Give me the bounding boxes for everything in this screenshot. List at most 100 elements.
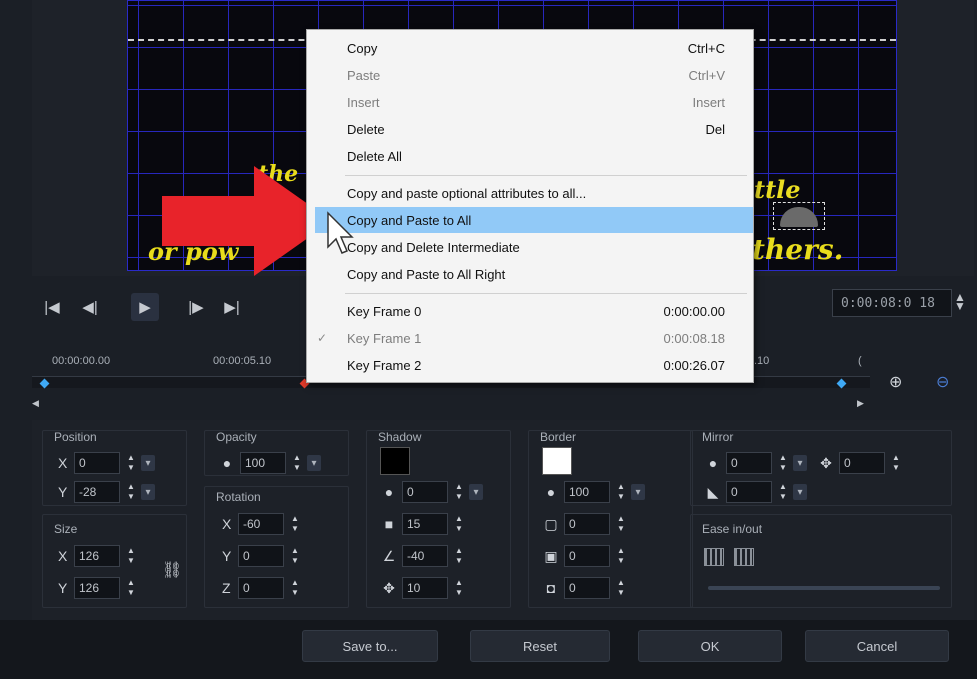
border-width-spinner[interactable]: ▲ ▼ (614, 513, 628, 535)
rotation-y-input[interactable]: 0 (238, 545, 284, 567)
border-blur-row: ▣ 0 ▲ ▼ (542, 544, 628, 568)
menu-item-insert[interactable]: Insert Insert (307, 89, 753, 115)
dialog-footer: Save to... Reset OK Cancel (0, 620, 977, 679)
mirror-title: Mirror (702, 430, 734, 444)
video-caption: thers. (752, 233, 844, 266)
mirror-offset-input[interactable]: 0 (839, 452, 885, 474)
menu-item-label: Key Frame 1 (347, 330, 422, 346)
border-corner-spinner[interactable]: ▲ ▼ (614, 577, 628, 599)
rotation-z-row: Z 0 ▲ ▼ (222, 576, 302, 600)
zoom-out-icon[interactable]: ⊖ (936, 372, 949, 392)
rotation-y-spinner[interactable]: ▲ ▼ (288, 545, 302, 567)
ok-button[interactable]: OK (638, 630, 782, 662)
mirror-top-input[interactable]: 0 (726, 452, 772, 474)
mirror-top-spinner[interactable]: ▲ ▼ (776, 452, 790, 474)
zoom-in-icon[interactable]: ⊕ (889, 372, 902, 392)
border-blur-input[interactable]: 0 (564, 545, 610, 567)
ease-out-icon[interactable] (734, 548, 754, 566)
border-opacity-input[interactable]: 100 (564, 481, 610, 503)
menu-item-keyframe-0[interactable]: Key Frame 0 0:00:00.00 (307, 298, 753, 324)
menu-item-copy-delete-intermediate[interactable]: Copy and Delete Intermediate (307, 234, 753, 260)
cancel-button[interactable]: Cancel (805, 630, 949, 662)
mirror-offset-spinner[interactable]: ▲ ▼ (889, 452, 903, 474)
size-y-input[interactable]: 126 (74, 577, 120, 599)
menu-item-copy-paste-all[interactable]: Copy and Paste to All (315, 207, 753, 233)
reset-button[interactable]: Reset (470, 630, 610, 662)
menu-item-delete[interactable]: Delete Del (307, 116, 753, 142)
border-opacity-spinner[interactable]: ▲ ▼ (614, 481, 628, 503)
position-x-spinner[interactable]: ▲ ▼ (124, 452, 138, 474)
play-icon[interactable]: ▶ (131, 293, 159, 321)
menu-item-copy-paste-optional[interactable]: Copy and paste optional attributes to al… (307, 180, 753, 206)
position-x-keyframe-button[interactable]: ▾ (141, 455, 155, 471)
rotation-x-input[interactable]: -60 (238, 513, 284, 535)
go-to-end-icon[interactable]: ▶| (218, 293, 246, 321)
rotation-x-spinner[interactable]: ▲ ▼ (288, 513, 302, 535)
position-y-keyframe-button[interactable]: ▾ (141, 484, 155, 500)
border-keyframe-button[interactable]: ▾ (631, 484, 645, 500)
next-frame-icon[interactable]: |▶ (182, 293, 210, 321)
shadow-blur-spinner[interactable]: ▲ ▼ (452, 513, 466, 535)
timeline-label: 00:00:05.10 (213, 355, 272, 367)
mirror-bottom-keyframe-button[interactable]: ▾ (793, 484, 807, 500)
opacity-spinner[interactable]: ▲ ▼ (290, 452, 304, 474)
border-blur-spinner[interactable]: ▲ ▼ (614, 545, 628, 567)
shadow-blur-input[interactable]: 15 (402, 513, 448, 535)
menu-separator (345, 293, 747, 294)
menu-item-keyframe-2[interactable]: Key Frame 2 0:00:26.07 (307, 352, 753, 378)
timeline-label: 00:00:00.00 (52, 355, 111, 367)
scroll-left-icon[interactable]: ◀ (32, 398, 39, 409)
menu-item-shortcut: Insert (692, 94, 725, 110)
opacity-keyframe-button[interactable]: ▾ (307, 455, 321, 471)
shadow-keyframe-button[interactable]: ▾ (469, 484, 483, 500)
context-menu: Copy Ctrl+C Paste Ctrl+V Insert Insert D… (306, 29, 754, 383)
mirror-keyframe-button[interactable]: ▾ (793, 455, 807, 471)
position-y-spinner[interactable]: ▲ ▼ (124, 481, 138, 503)
scroll-right-icon[interactable]: ▶ (857, 398, 864, 409)
go-to-start-icon[interactable]: |◀ (38, 293, 66, 321)
timecode-field[interactable]: 0:00:08:0 18 (832, 289, 952, 317)
menu-item-copy-paste-all-right[interactable]: Copy and Paste to All Right (307, 261, 753, 287)
rotation-x-row: X -60 ▲ ▼ (222, 512, 302, 536)
shadow-opacity-input[interactable]: 0 (402, 481, 448, 503)
axis-label: X (58, 455, 68, 471)
rotation-z-input[interactable]: 0 (238, 577, 284, 599)
size-x-input[interactable]: 126 (74, 545, 120, 567)
shadow-opacity-spinner[interactable]: ▲ ▼ (452, 481, 466, 503)
mirror-bottom-row: ◣ 0 ▲ ▼ ▾ (704, 480, 807, 504)
border-corner-row: ◘ 0 ▲ ▼ (542, 576, 628, 600)
mirror-bottom-spinner[interactable]: ▲ ▼ (776, 481, 790, 503)
menu-item-copy[interactable]: Copy Ctrl+C (307, 35, 753, 61)
border-opacity-row: ● 100 ▲ ▼ ▾ (542, 480, 645, 504)
previous-frame-icon[interactable]: ◀| (76, 293, 104, 321)
menu-item-time: 0:00:08.18 (663, 330, 725, 346)
border-width-input[interactable]: 0 (564, 513, 610, 535)
mirror-bottom-input[interactable]: 0 (726, 481, 772, 503)
border-color-swatch[interactable] (542, 447, 572, 475)
size-x-spinner[interactable]: ▲ ▼ (124, 545, 138, 567)
menu-item-paste[interactable]: Paste Ctrl+V (307, 62, 753, 88)
selected-object[interactable] (773, 202, 825, 230)
rotation-z-spinner[interactable]: ▲ ▼ (288, 577, 302, 599)
timecode-spinner[interactable]: ▲ ▼ (954, 291, 966, 312)
rotation-title: Rotation (216, 490, 261, 504)
ease-slider[interactable] (708, 586, 940, 590)
link-aspect-icon[interactable]: ⛓ (162, 560, 182, 580)
timeline-label: .10 (754, 355, 770, 367)
border-corner-input[interactable]: 0 (564, 577, 610, 599)
menu-item-keyframe-1[interactable]: ✓ Key Frame 1 0:00:08.18 (307, 325, 753, 351)
ease-in-icon[interactable] (704, 548, 724, 566)
menu-item-label: Key Frame 0 (347, 303, 422, 319)
save-to-button[interactable]: Save to... (302, 630, 438, 662)
opacity-input[interactable]: 100 (240, 452, 286, 474)
position-y-input[interactable]: -28 (74, 481, 120, 503)
opacity-title: Opacity (216, 430, 257, 444)
shadow-distance-input[interactable]: 10 (402, 577, 448, 599)
position-x-input[interactable]: 0 (74, 452, 120, 474)
shadow-distance-spinner[interactable]: ▲ ▼ (452, 577, 466, 599)
size-y-spinner[interactable]: ▲ ▼ (124, 577, 138, 599)
shadow-angle-spinner[interactable]: ▲ ▼ (452, 545, 466, 567)
shadow-angle-input[interactable]: -40 (402, 545, 448, 567)
menu-item-delete-all[interactable]: Delete All (307, 143, 753, 169)
shadow-color-swatch[interactable] (380, 447, 410, 475)
